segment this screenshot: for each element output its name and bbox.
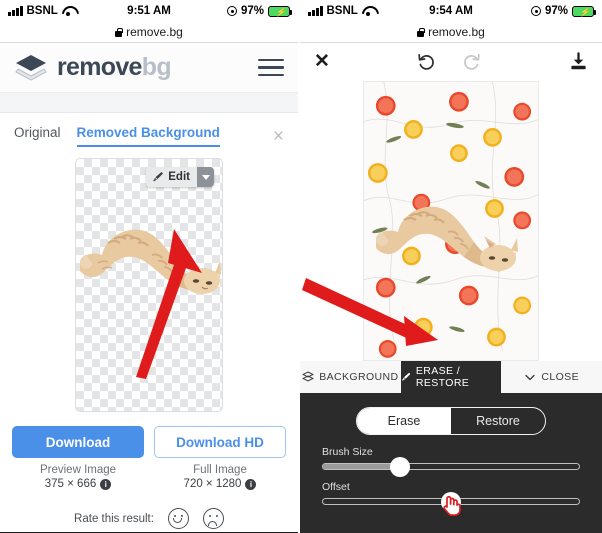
undo-redo-group <box>330 51 569 71</box>
result-tabs: Original Removed Background × <box>0 119 298 153</box>
hamburger-menu-icon[interactable] <box>258 58 284 77</box>
editor-canvas-wrapper <box>300 79 602 361</box>
download-preview-dimensions-row: 375 × 666 i <box>12 478 144 490</box>
offset-slider[interactable] <box>322 491 580 516</box>
download-hd-group: Download HD Full Image 720 × 1280 i <box>154 426 286 490</box>
info-icon[interactable]: i <box>100 478 112 490</box>
brush-size-thumb[interactable] <box>389 456 410 477</box>
editor-image-canvas[interactable] <box>363 81 539 361</box>
right-screenshot-panel: BSNL 9:54 AM 97% ⚡ remove.bg ✕ BACKGROUN… <box>300 0 602 533</box>
brush-icon <box>401 372 410 381</box>
transparent-result-canvas[interactable]: Edit <box>75 158 223 412</box>
result-canvas-wrapper: Edit <box>0 158 298 412</box>
url-label: remove.bg <box>126 25 183 39</box>
app-logo-text: removebg <box>57 53 172 81</box>
lock-icon <box>115 27 123 37</box>
battery-percent-label: 97% <box>544 5 569 17</box>
editor-mode-tabs: BACKGROUND ERASE / RESTORE CLOSE <box>300 361 602 393</box>
battery-charging-icon: ⚡ <box>572 5 597 17</box>
left-url-bar[interactable]: remove.bg <box>0 22 298 42</box>
chevron-down-icon[interactable] <box>197 167 214 187</box>
lock-icon <box>417 27 425 37</box>
edit-button-label: Edit <box>168 171 190 183</box>
dual-screenshot-container: BSNL 9:51 AM 97% ⚡ remove.bg removebg Or… <box>0 0 602 533</box>
status-right-group: 97% ⚡ <box>473 5 597 17</box>
download-hd-dimensions-row: 720 × 1280 i <box>154 478 286 490</box>
download-icon[interactable] <box>569 51 588 71</box>
edit-button[interactable]: Edit <box>146 167 214 187</box>
right-url-bar[interactable]: remove.bg <box>300 22 602 42</box>
status-left-group: BSNL <box>8 5 127 17</box>
chevron-down-icon <box>525 374 536 381</box>
erase-option[interactable]: Erase <box>357 408 451 434</box>
sad-face-icon[interactable] <box>202 508 224 529</box>
wifi-icon <box>362 6 375 17</box>
clock-label: 9:51 AM <box>127 5 171 17</box>
erase-restore-toggle: Erase Restore <box>356 407 546 435</box>
brush-size-fill <box>323 464 400 469</box>
offset-control: Offset <box>322 481 580 516</box>
carrier-label: BSNL <box>26 5 58 17</box>
location-services-icon <box>530 6 541 16</box>
cat-foreground-image <box>375 206 518 271</box>
editor-toolbar: ✕ <box>300 43 602 79</box>
download-buttons-row: Download Preview Image 375 × 666 i Downl… <box>0 426 298 490</box>
restore-option[interactable]: Restore <box>451 408 545 434</box>
editor-tab-erase-restore[interactable]: ERASE / RESTORE <box>400 361 502 393</box>
brush-size-label: Brush Size <box>322 446 373 458</box>
signal-bars-icon <box>308 6 323 16</box>
editor-tab-background-label: BACKGROUND <box>319 371 399 383</box>
download-hd-caption: Full Image <box>193 464 247 476</box>
header-spacer <box>0 93 298 113</box>
download-hd-dimensions: 720 × 1280 <box>183 478 242 490</box>
status-left-group: BSNL <box>308 5 429 17</box>
download-preview-group: Download Preview Image 375 × 666 i <box>12 426 144 490</box>
close-x-icon[interactable]: ✕ <box>314 52 330 71</box>
hand-pointer-cursor-icon <box>443 495 461 516</box>
rate-result-label: Rate this result: <box>74 512 154 525</box>
close-icon[interactable]: × <box>273 127 284 146</box>
app-header: removebg <box>0 43 298 93</box>
editor-tab-close-label: CLOSE <box>541 371 579 383</box>
left-screenshot-panel: BSNL 9:51 AM 97% ⚡ remove.bg removebg Or… <box>0 0 300 533</box>
logo-bg-text: bg <box>141 53 172 81</box>
brush-size-slider[interactable] <box>322 456 580 477</box>
erase-restore-panel: Erase Restore Brush Size Offset <box>300 393 602 533</box>
layers-icon <box>302 371 315 382</box>
layers-logo-icon <box>14 53 48 83</box>
rate-result-row: Rate this result: <box>0 508 298 529</box>
carrier-label: BSNL <box>326 5 358 17</box>
editor-tab-background[interactable]: BACKGROUND <box>300 361 401 393</box>
undo-arrow-icon[interactable] <box>416 51 436 71</box>
brush-icon <box>153 172 164 182</box>
cat-cutout-image <box>79 229 221 294</box>
battery-percent-label: 97% <box>240 5 265 17</box>
download-button[interactable]: Download <box>12 426 144 458</box>
info-icon[interactable]: i <box>245 478 257 490</box>
logo-remove-text: remove <box>57 53 142 81</box>
tab-removed-background[interactable]: Removed Background <box>76 125 220 147</box>
tab-original[interactable]: Original <box>14 125 61 147</box>
battery-charging-icon: ⚡ <box>268 5 293 17</box>
right-status-bar: BSNL 9:54 AM 97% ⚡ <box>300 0 602 22</box>
signal-bars-icon <box>8 6 23 16</box>
left-status-bar: BSNL 9:51 AM 97% ⚡ <box>0 0 298 22</box>
redo-arrow-icon[interactable] <box>462 51 482 71</box>
status-right-group: 97% ⚡ <box>171 5 293 17</box>
editor-tab-erase-restore-label: ERASE / RESTORE <box>415 365 470 389</box>
happy-face-icon[interactable] <box>167 508 189 529</box>
edit-button-main[interactable]: Edit <box>146 167 197 187</box>
url-label: remove.bg <box>428 25 485 39</box>
download-hd-button[interactable]: Download HD <box>154 426 286 458</box>
editor-tab-close[interactable]: CLOSE <box>501 361 602 393</box>
wifi-icon <box>62 6 75 17</box>
download-preview-caption: Preview Image <box>39 464 117 476</box>
download-preview-dimensions: 375 × 666 <box>44 478 97 490</box>
clock-label: 9:54 AM <box>429 5 473 17</box>
brush-size-control: Brush Size <box>322 446 580 477</box>
location-services-icon <box>226 6 237 16</box>
